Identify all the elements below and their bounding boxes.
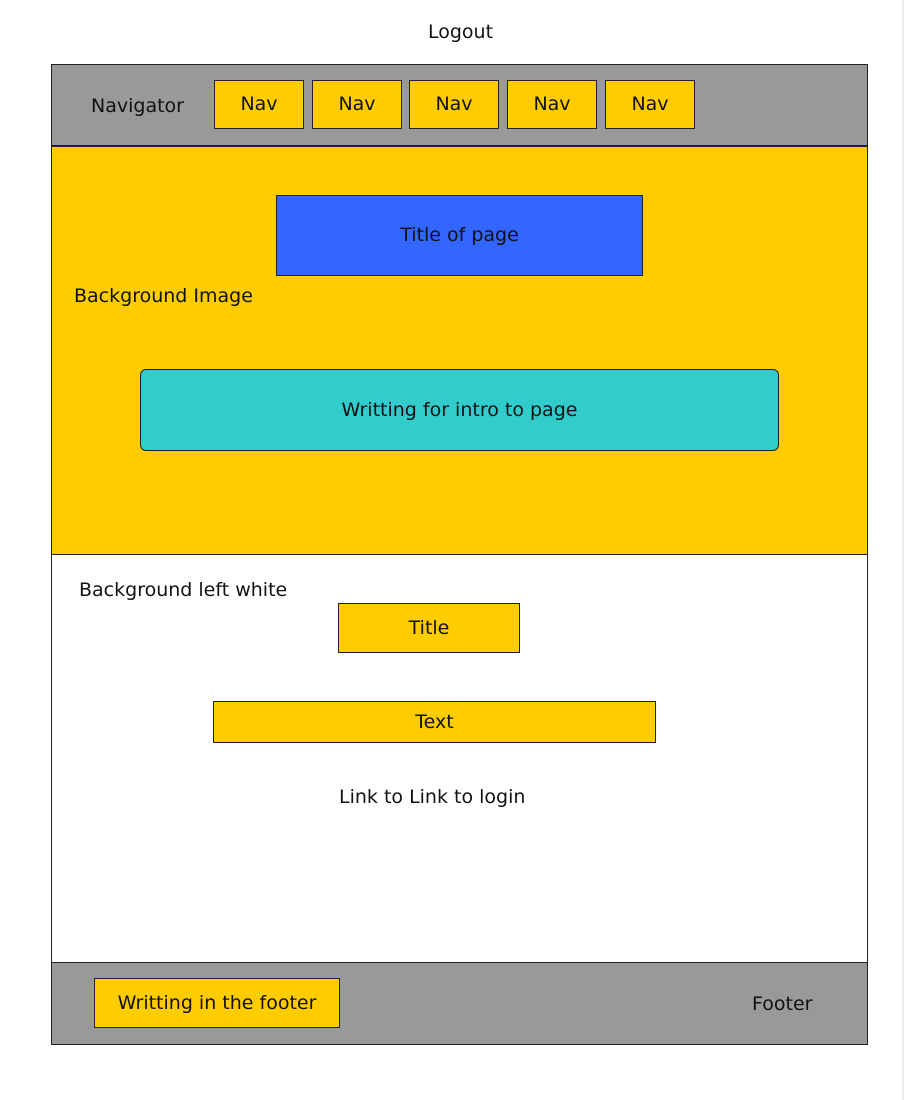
intro-text-box: Writting for intro to page [140,369,779,451]
nav-button-4[interactable]: Nav [507,80,597,129]
logout-link[interactable]: Logout [428,23,493,42]
content-background-label: Background left white [79,579,288,601]
hero-background-label: Background Image [74,285,253,307]
footer-label: Footer [752,993,813,1015]
navigator-label: Navigator [91,95,184,117]
section-title-box: Title [338,603,520,653]
login-link[interactable]: Link to Link to login [339,788,525,807]
nav-button-1[interactable]: Nav [214,80,304,129]
footer-writing-box: Writting in the footer [94,978,340,1028]
nav-button-5[interactable]: Nav [605,80,695,129]
page-title-box: Title of page [276,195,643,276]
section-text-box: Text [213,701,656,743]
nav-button-2[interactable]: Nav [312,80,402,129]
nav-button-3[interactable]: Nav [409,80,499,129]
